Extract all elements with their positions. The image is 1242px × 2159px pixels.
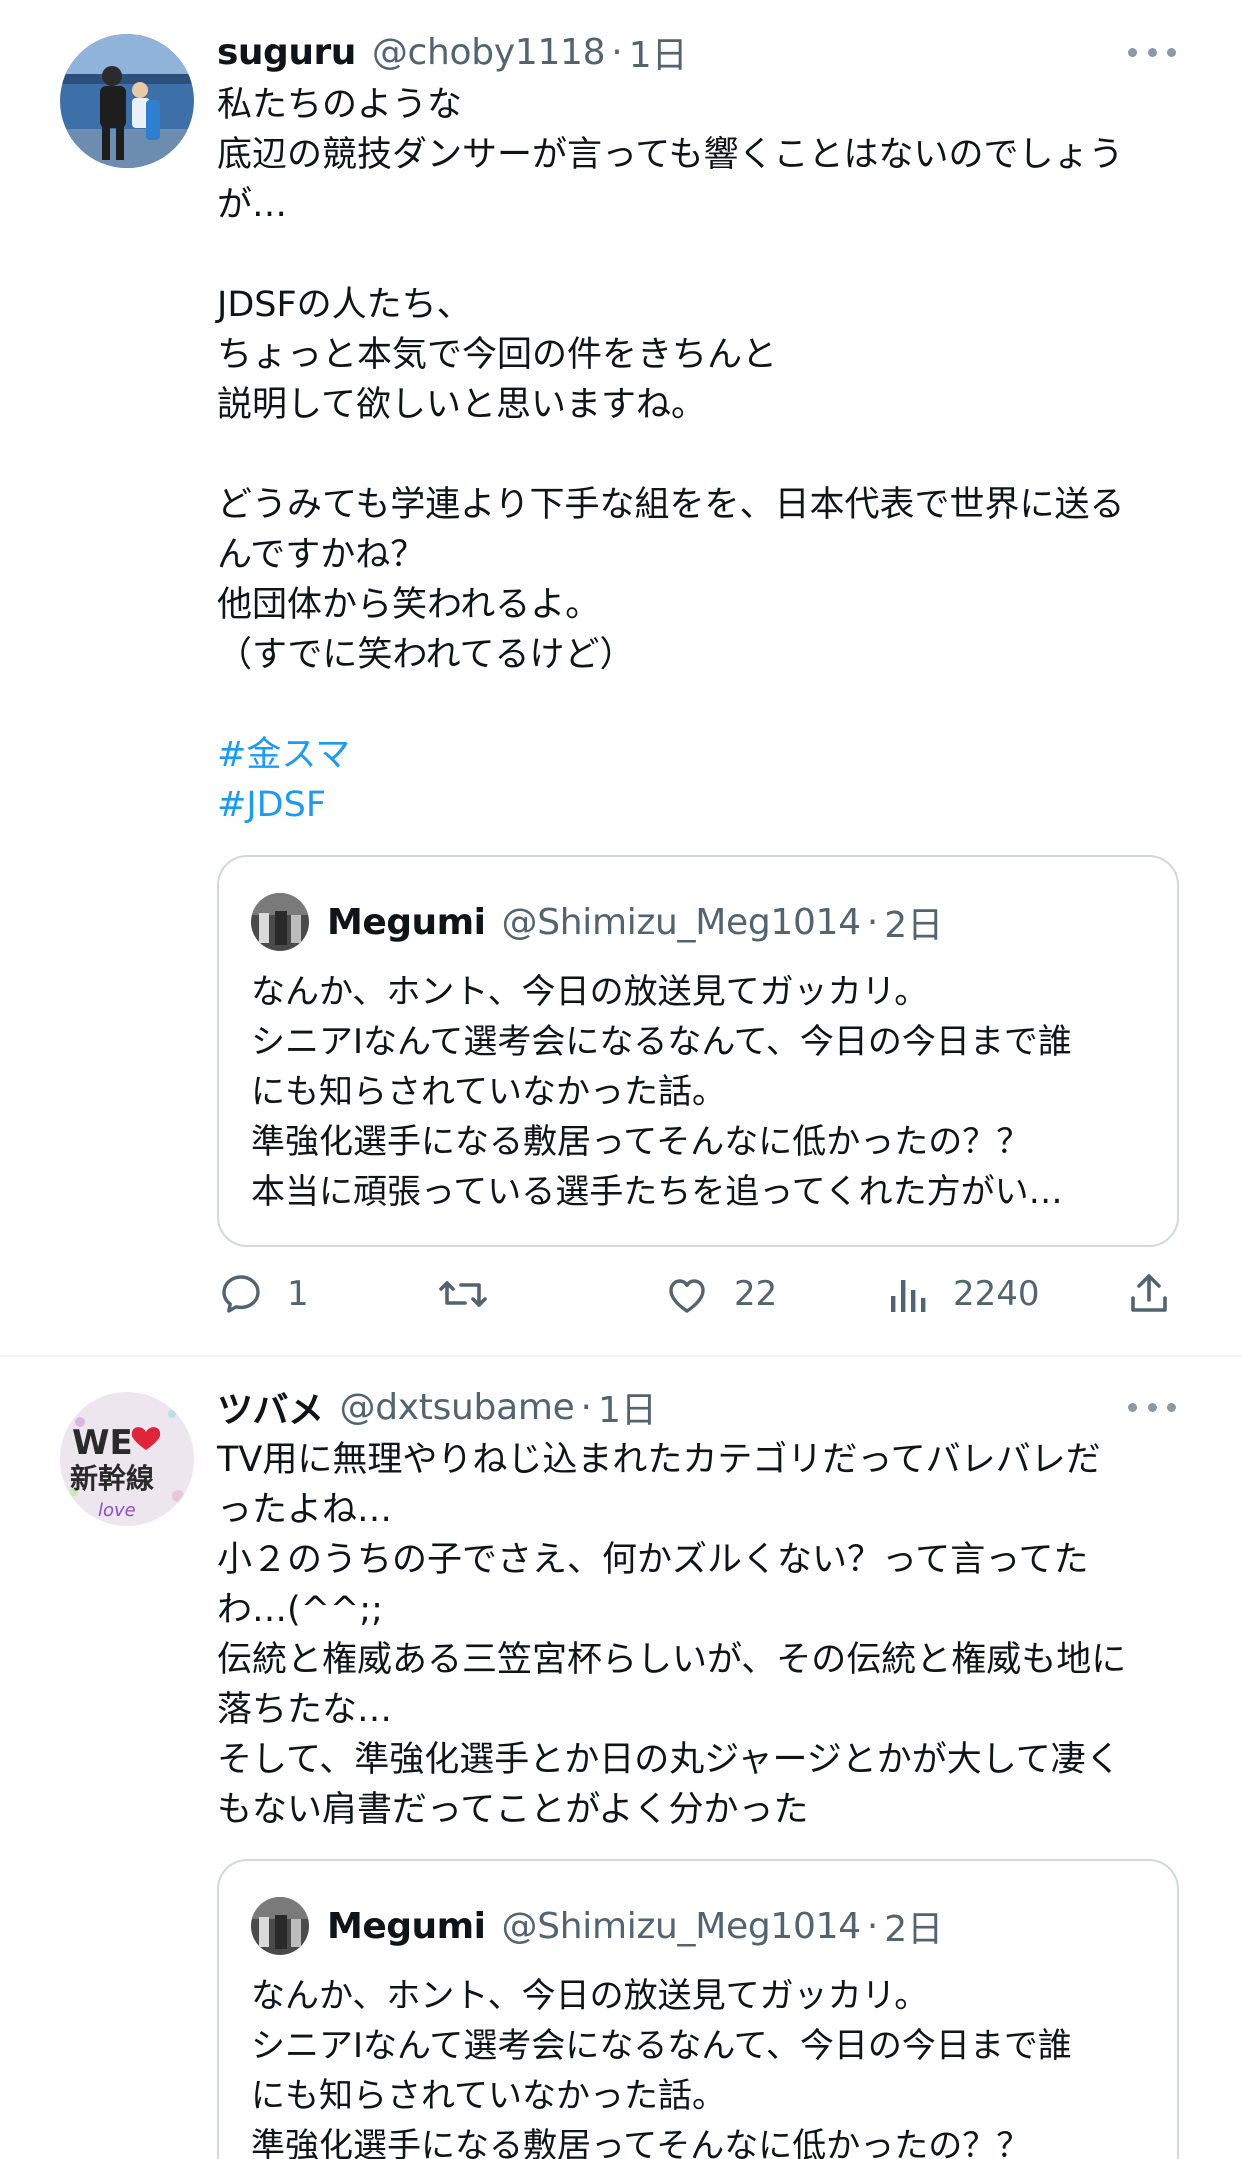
text-line: 本当に頑張っている選手たちを追ってくれた方がい… xyxy=(251,1172,1063,1212)
share-icon xyxy=(1131,1274,1167,1312)
text-line: んですかね？ xyxy=(217,535,426,575)
quote-avatar xyxy=(251,1897,309,1955)
avatar-text: WE xyxy=(72,1423,133,1463)
tweet-text: 私たちのような 底辺の競技ダンサーが言っても響くことはないのでしょう が… JD… xyxy=(217,80,1177,830)
avatar-photo: WE 新幹線 love xyxy=(60,1392,194,1526)
display-name[interactable]: suguru xyxy=(217,32,356,73)
quote-timestamp: 2日 xyxy=(884,905,944,946)
timestamp[interactable]: 1日 xyxy=(598,1381,657,1433)
text-line: ちょっと本気で今回の件をきちんと xyxy=(217,335,778,375)
tweet-header: ツバメ @dxtsubame · 1日 xyxy=(217,1382,657,1432)
tweet[interactable]: WE 新幹線 love ツバメ @dxtsubame · 1日 TV用に無理やり… xyxy=(0,1357,1242,2159)
quote-text: なんか、ホント、今日の放送見てガッカリ。 シニアⅠなんて選考会になるなんて、今日… xyxy=(251,967,1151,1217)
text-line: 私たちのような xyxy=(217,85,463,125)
text-line xyxy=(217,230,1177,280)
display-name[interactable]: ツバメ xyxy=(217,1381,324,1433)
text-line: 説明して欲しいと思いますね。 xyxy=(217,385,706,425)
timestamp[interactable]: 1日 xyxy=(629,26,688,78)
quote-avatar xyxy=(251,893,309,951)
quote-header: Megumi @Shimizu_Meg1014 · 2日 xyxy=(251,1897,943,1955)
reply-icon xyxy=(222,1275,260,1313)
quoted-tweet[interactable]: Megumi @Shimizu_Meg1014 · 2日 なんか、ホント、今日の… xyxy=(217,1859,1179,2159)
tweet-text: TV用に無理やりねじ込まれたカテゴリだってバレバレだ ったよね… 小２のうちの子… xyxy=(217,1435,1177,1835)
text-line: JDSFの人たち、 xyxy=(217,285,472,325)
text-line: ったよね… xyxy=(217,1490,393,1530)
text-line: 伝統と権威ある三笠宮杯らしいが、その伝統と権威も地に xyxy=(217,1640,1127,1680)
reply-button[interactable]: 1 xyxy=(217,1264,309,1324)
text-line: にも知らされていなかった話。 xyxy=(251,1072,726,1112)
quoted-tweet[interactable]: Megumi @Shimizu_Meg1014 · 2日 なんか、ホント、今日の… xyxy=(217,855,1179,1247)
avatar-photo xyxy=(251,1897,309,1955)
text-line: にも知らされていなかった話。 xyxy=(251,2076,726,2116)
like-count: 22 xyxy=(734,1274,778,1314)
text-line: が… xyxy=(217,185,288,225)
separator-dot: · xyxy=(580,1386,592,1428)
more-options-icon[interactable] xyxy=(1128,42,1176,62)
text-line: そして、準強化選手とか日の丸ジャージとかが大して凄く xyxy=(217,1740,1121,1780)
user-handle[interactable]: @dxtsubame xyxy=(340,1387,575,1428)
text-line: シニアⅠなんて選考会になるなんて、今日の今日まで誰 xyxy=(251,2026,1072,2066)
quote-user-handle: @Shimizu_Meg1014 xyxy=(501,1905,862,1947)
quote-display-name: Megumi xyxy=(327,901,486,943)
text-line xyxy=(217,430,1177,480)
user-handle[interactable]: @choby1118 xyxy=(372,32,606,73)
hashtag-link[interactable]: #JDSF xyxy=(217,780,1177,830)
tweet[interactable]: suguru @choby1118 · 1日 私たちのような 底辺の競技ダンサー… xyxy=(0,0,1242,1355)
separator-dot: · xyxy=(611,31,623,73)
like-button[interactable]: 22 xyxy=(662,1264,777,1324)
views-button[interactable]: 2240 xyxy=(887,1264,1040,1324)
text-line: 準強化選手になる敷居ってそんなに低かったの？？ xyxy=(251,2126,1031,2159)
heart-icon xyxy=(669,1279,705,1313)
text-line: なんか、ホント、今日の放送見てガッカリ。 xyxy=(251,1976,929,2016)
separator-dot: · xyxy=(866,1905,879,1947)
avatar-photo xyxy=(60,34,194,168)
tweet-header: suguru @choby1118 · 1日 xyxy=(217,27,688,77)
text-line: 落ちたな… xyxy=(217,1690,393,1730)
avatar-photo xyxy=(251,893,309,951)
text-line: 他団体から笑われるよ。 xyxy=(217,585,601,625)
separator-dot: · xyxy=(866,901,879,943)
analytics-icon xyxy=(891,1280,926,1312)
text-line: 小２のうちの子でさえ、何かズルくない？って言ってた xyxy=(217,1540,1089,1580)
view-count: 2240 xyxy=(953,1274,1040,1314)
retweet-icon xyxy=(439,1281,487,1307)
avatar-text: love xyxy=(98,1500,136,1521)
more-options-icon[interactable] xyxy=(1128,1397,1176,1417)
quote-timestamp: 2日 xyxy=(884,1909,944,1950)
avatar-text: 新幹線 xyxy=(70,1462,154,1495)
quote-display-name: Megumi xyxy=(327,1905,486,1947)
text-line: わ…(^^;; xyxy=(217,1590,383,1630)
share-button[interactable] xyxy=(1125,1264,1173,1324)
retweet-button[interactable] xyxy=(437,1264,511,1324)
text-line: なんか、ホント、今日の放送見てガッカリ。 xyxy=(251,972,929,1012)
text-line: 準強化選手になる敷居ってそんなに低かったの？？ xyxy=(251,1122,1031,1162)
avatar[interactable] xyxy=(60,34,194,168)
text-line: もない肩書だってことがよく分かった xyxy=(217,1790,809,1830)
action-bar: 1 22 2240 xyxy=(217,1264,1177,1324)
avatar[interactable]: WE 新幹線 love xyxy=(60,1392,194,1526)
text-line: どうみても学連より下手な組をを、日本代表で世界に送る xyxy=(217,485,1125,525)
quote-text: なんか、ホント、今日の放送見てガッカリ。 シニアⅠなんて選考会になるなんて、今日… xyxy=(251,1971,1151,2159)
text-line: TV用に無理やりねじ込まれたカテゴリだってバレバレだ xyxy=(217,1440,1101,1480)
quote-user-handle: @Shimizu_Meg1014 xyxy=(501,901,862,943)
hashtag-link[interactable]: #金スマ xyxy=(217,730,1177,780)
text-line: 底辺の競技ダンサーが言っても響くことはないのでしょう xyxy=(217,135,1124,175)
reply-count: 1 xyxy=(287,1274,309,1314)
text-line: （すでに笑われてるけど） xyxy=(217,635,635,675)
text-line xyxy=(217,680,1177,730)
quote-header: Megumi @Shimizu_Meg1014 · 2日 xyxy=(251,893,943,951)
text-line: シニアⅠなんて選考会になるなんて、今日の今日まで誰 xyxy=(251,1022,1072,1062)
